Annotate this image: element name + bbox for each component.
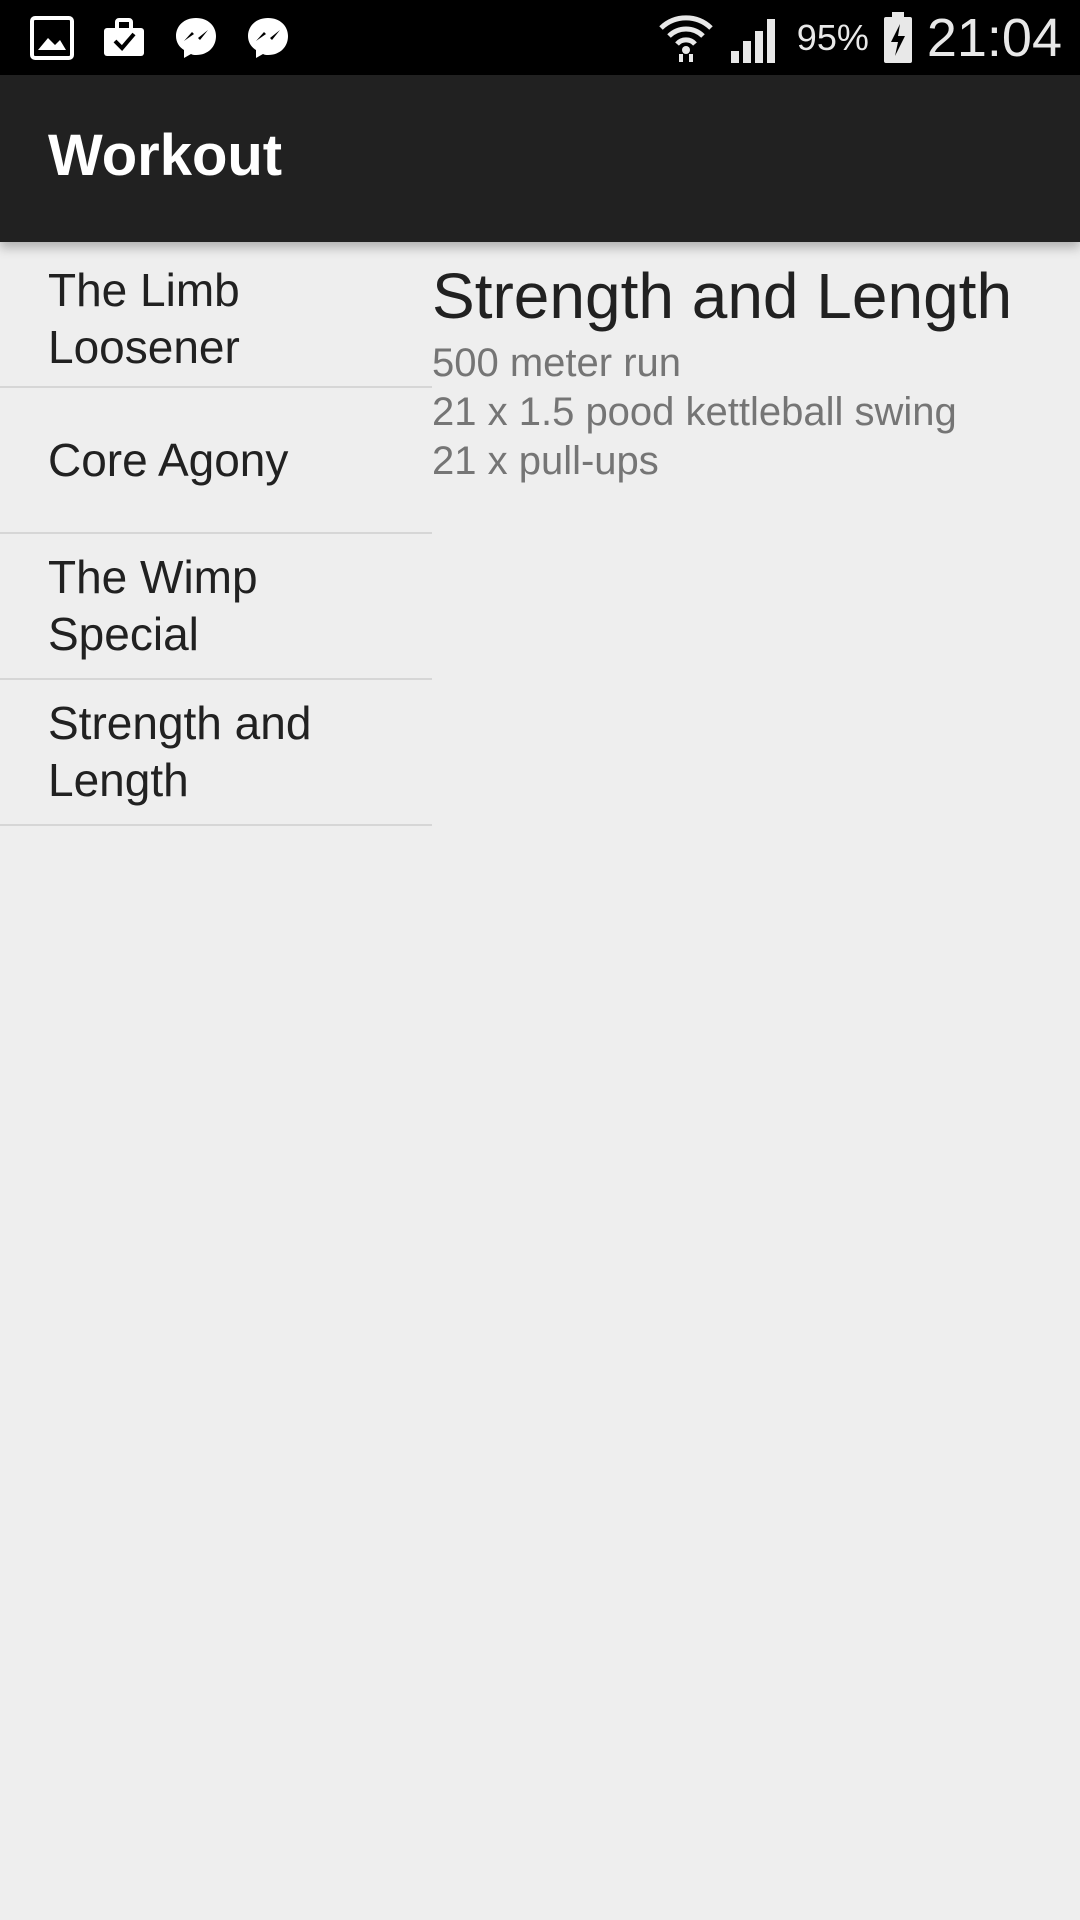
clock: 21:04 xyxy=(926,7,1062,68)
list-item-wimp-special[interactable]: The Wimp Special xyxy=(0,534,432,680)
detail-title: Strength and Length xyxy=(432,260,1013,332)
list-item-limb-loosener[interactable]: The Limb Loosener xyxy=(0,242,432,388)
battery-charging-icon xyxy=(883,11,912,63)
main-content: The Limb Loosener Core Agony The Wimp Sp… xyxy=(0,242,1080,1920)
page-title: Workout xyxy=(48,123,283,188)
messenger-icon xyxy=(176,18,216,58)
list-item-strength-and-length[interactable]: Strength and Length xyxy=(0,680,432,826)
workout-step: 500 meter run xyxy=(432,340,682,385)
app-bar: Workout xyxy=(0,75,1080,242)
list-item-label: The Wimp Special xyxy=(48,551,258,660)
briefcase-check-icon xyxy=(104,18,144,56)
workout-list: The Limb Loosener Core Agony The Wimp Sp… xyxy=(0,242,432,826)
workout-step: 21 x pull-ups xyxy=(432,438,659,483)
workout-steps: 500 meter run 21 x 1.5 pood kettleball s… xyxy=(432,339,1072,486)
workout-step: 21 x 1.5 pood kettleball swing xyxy=(432,389,957,434)
notification-icons xyxy=(28,14,292,62)
workout-detail: Strength and Length 500 meter run 21 x 1… xyxy=(432,258,1072,486)
list-item-label: The Limb Loosener xyxy=(48,264,240,373)
list-item-label: Strength and Length xyxy=(48,697,312,806)
list-item-label: Core Agony xyxy=(48,433,289,486)
signal-icon xyxy=(730,18,775,63)
wifi-icon xyxy=(659,14,713,62)
messenger-icon xyxy=(248,18,288,58)
system-status: 95% 21:04 xyxy=(657,0,1062,75)
battery-percent: 95% xyxy=(796,16,869,58)
list-item-core-agony[interactable]: Core Agony xyxy=(0,388,432,534)
status-bar: 95% 21:04 xyxy=(0,0,1080,75)
gallery-icon xyxy=(30,16,74,60)
